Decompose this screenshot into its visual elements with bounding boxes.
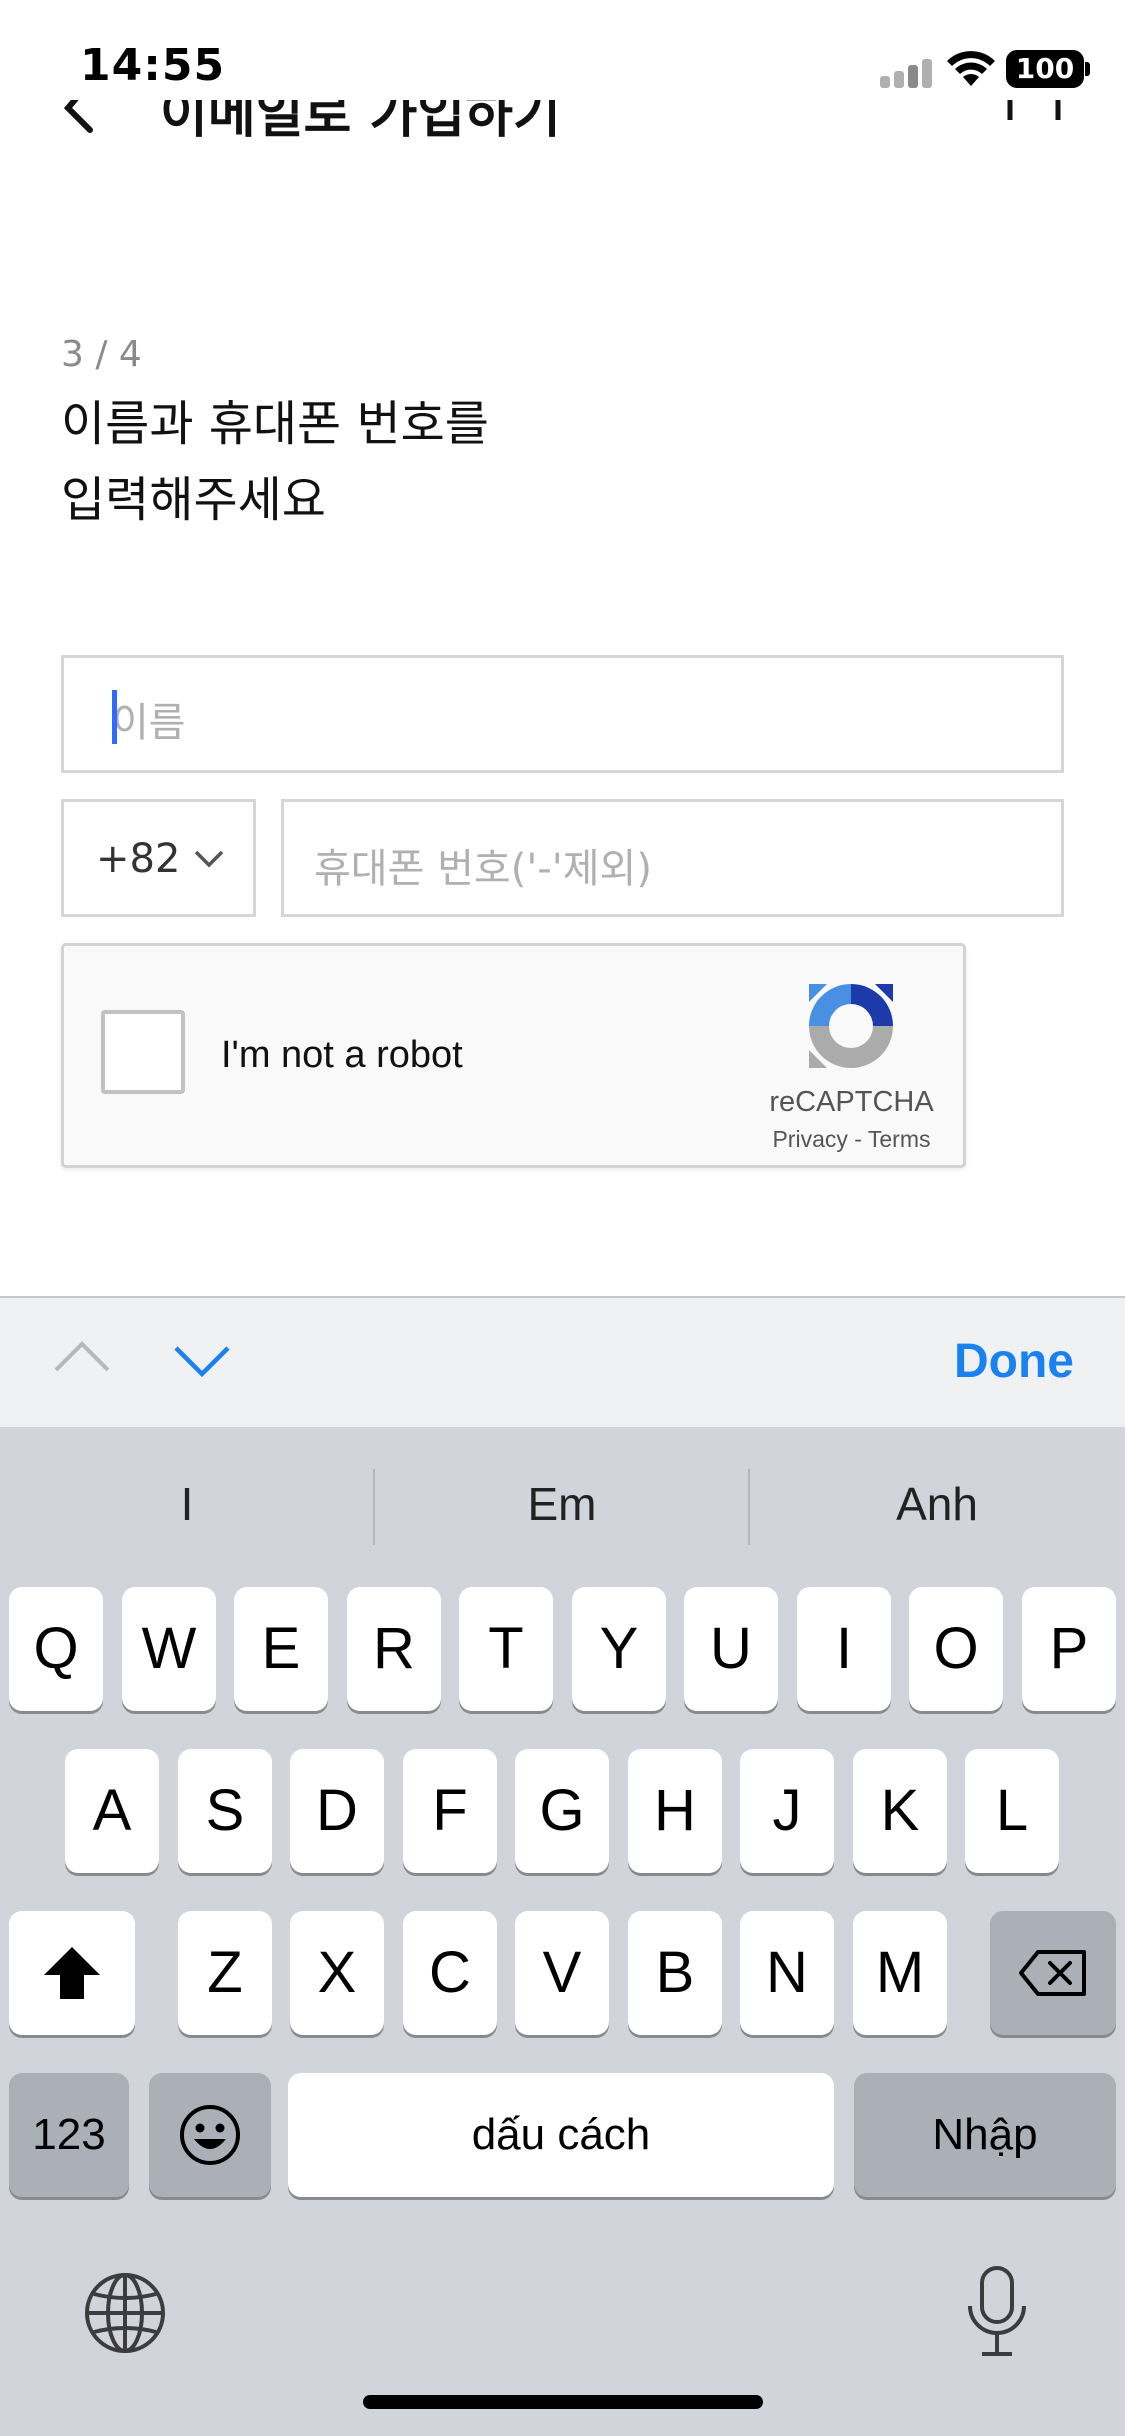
shift-key[interactable] — [9, 1911, 135, 2035]
done-button[interactable]: Done — [954, 1334, 1074, 1389]
key-v[interactable]: V — [515, 1911, 609, 2035]
space-key[interactable]: dấu cách — [288, 2073, 834, 2197]
delete-backspace-icon — [1019, 1950, 1086, 1996]
key-r[interactable]: R — [347, 1587, 441, 1711]
suggestion-item[interactable]: Anh — [750, 1477, 1124, 1531]
key-l[interactable]: L — [965, 1749, 1059, 1873]
suggestion-bar: I Em Anh — [0, 1427, 1125, 1579]
recaptcha-widget: I'm not a robot reCAPTCHA Privacy - Term… — [61, 943, 966, 1168]
country-code-value: +82 — [96, 836, 181, 882]
recaptcha-checkbox[interactable] — [101, 1010, 185, 1094]
key-j[interactable]: J — [740, 1749, 834, 1873]
emoji-icon — [180, 2105, 240, 2165]
key-n[interactable]: N — [740, 1911, 834, 2035]
phone-input[interactable]: 휴대폰 번호('-'제외) — [281, 799, 1064, 917]
key-z[interactable]: Z — [178, 1911, 272, 2035]
country-code-select[interactable]: +82 — [61, 799, 256, 917]
globe-icon[interactable] — [82, 2270, 168, 2356]
shift-icon — [44, 1947, 100, 1999]
key-p[interactable]: P — [1022, 1587, 1116, 1711]
key-e[interactable]: E — [234, 1587, 328, 1711]
page-title: 이메일로 가입하기 — [160, 100, 561, 145]
header: 이메일로 가입하기 — [0, 100, 1125, 160]
recaptcha-links[interactable]: Privacy - Terms — [754, 1126, 949, 1153]
key-t[interactable]: T — [459, 1587, 553, 1711]
recaptcha-brand: reCAPTCHA — [769, 1086, 934, 1118]
key-d[interactable]: D — [290, 1749, 384, 1873]
key-s[interactable]: S — [178, 1749, 272, 1873]
form-heading-line1: 이름과 휴대폰 번호를 — [61, 396, 489, 452]
emoji-key[interactable] — [149, 2073, 271, 2197]
key-c[interactable]: C — [403, 1911, 497, 2035]
chevron-up-icon[interactable] — [52, 1338, 112, 1378]
keyboard-accessory-bar: Done — [0, 1296, 1125, 1427]
key-h[interactable]: H — [628, 1749, 722, 1873]
cellular-signal-icon — [880, 58, 936, 88]
suggestion-item[interactable]: I — [0, 1477, 374, 1531]
key-u[interactable]: U — [684, 1587, 778, 1711]
recaptcha-logo-icon — [809, 984, 893, 1068]
close-icon[interactable] — [1000, 100, 1070, 140]
key-g[interactable]: G — [515, 1749, 609, 1873]
form-heading: 이름과 휴대폰 번호를 입력해주세요 — [61, 386, 489, 538]
numbers-key[interactable]: 123 — [9, 2073, 129, 2197]
name-placeholder: 이름 — [112, 700, 186, 746]
phone-placeholder: 휴대폰 번호('-'제외) — [314, 846, 652, 892]
chevron-down-icon[interactable] — [172, 1340, 232, 1380]
microphone-icon[interactable] — [962, 2264, 1032, 2360]
suggestion-item[interactable]: Em — [375, 1477, 749, 1531]
key-a[interactable]: A — [65, 1749, 159, 1873]
key-w[interactable]: W — [122, 1587, 216, 1711]
key-b[interactable]: B — [628, 1911, 722, 2035]
return-key[interactable]: Nhập — [854, 2073, 1116, 2197]
battery-tip — [1085, 62, 1090, 76]
status-time: 14:55 — [80, 40, 226, 91]
step-indicator: 3 / 4 — [61, 334, 142, 375]
delete-key[interactable] — [990, 1911, 1116, 2035]
back-icon[interactable] — [60, 100, 100, 150]
text-caret — [112, 690, 117, 744]
recaptcha-label: I'm not a robot — [221, 1034, 463, 1076]
chevron-down-icon — [194, 850, 224, 868]
key-m[interactable]: M — [853, 1911, 947, 2035]
wifi-icon — [947, 51, 995, 86]
key-x[interactable]: X — [290, 1911, 384, 2035]
key-y[interactable]: Y — [572, 1587, 666, 1711]
key-i[interactable]: I — [797, 1587, 891, 1711]
form-heading-line2: 입력해주세요 — [61, 472, 326, 528]
home-indicator — [363, 2395, 763, 2409]
key-q[interactable]: Q — [9, 1587, 103, 1711]
name-input[interactable]: 이름 — [61, 655, 1064, 773]
key-k[interactable]: K — [853, 1749, 947, 1873]
key-f[interactable]: F — [403, 1749, 497, 1873]
key-o[interactable]: O — [909, 1587, 1003, 1711]
battery-icon: 100 — [1006, 50, 1084, 88]
